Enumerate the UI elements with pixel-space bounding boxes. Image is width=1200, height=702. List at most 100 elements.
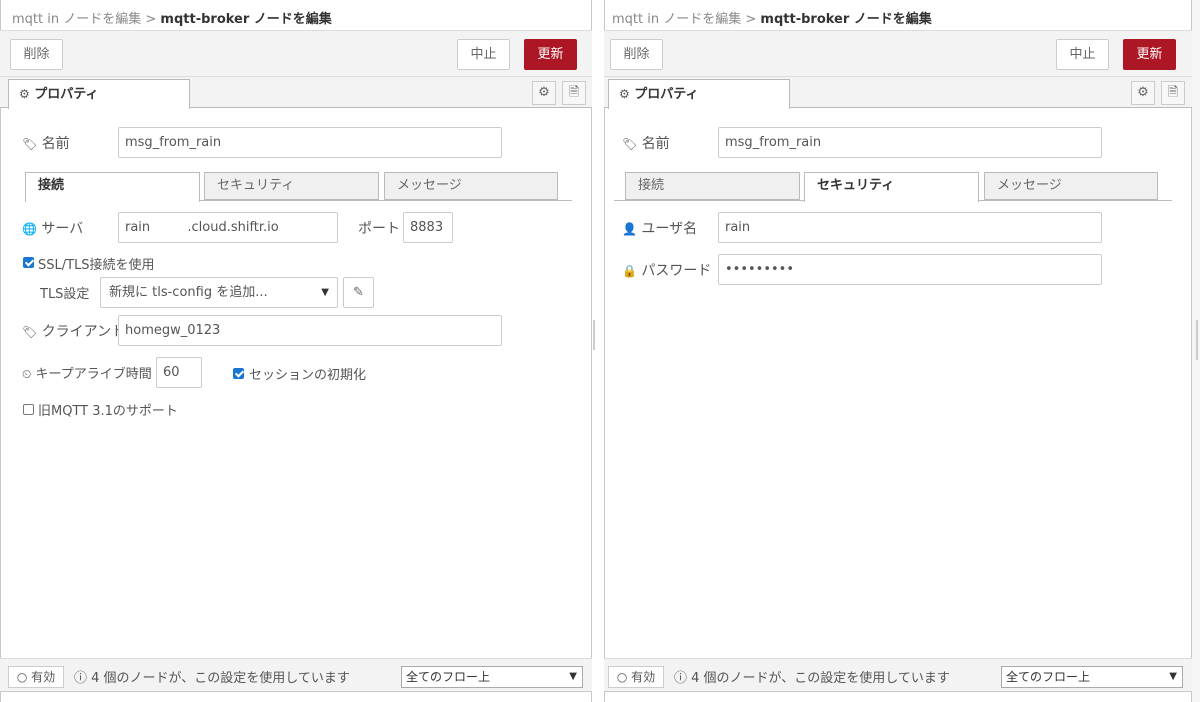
tag-icon: 🏷 bbox=[22, 325, 38, 339]
editor-footer: ○ 有効 ⓘ 4 個のノードが、この設定を使用しています 全てのフロー上 ▼ bbox=[604, 658, 1192, 692]
usage-note-text: 4 個のノードが、この設定を使用しています bbox=[91, 671, 350, 686]
info-icon: ⓘ bbox=[674, 671, 688, 686]
delete-button[interactable]: 削除 bbox=[10, 39, 63, 70]
enable-toggle-label: 有効 bbox=[631, 670, 656, 684]
gear-icon: ⚙ bbox=[1137, 85, 1149, 100]
breadcrumb-separator: > bbox=[745, 12, 757, 27]
breadcrumb-parent[interactable]: mqtt in ノードを編集 bbox=[12, 12, 141, 27]
keepalive-label: ⏲ キープアライブ時間 bbox=[22, 363, 152, 382]
clock-icon: ⏲ bbox=[22, 367, 32, 381]
name-label: 🏷 名前 bbox=[622, 133, 670, 153]
breadcrumb-current: mqtt-broker ノードを編集 bbox=[160, 12, 332, 27]
document-icon: 🗎 bbox=[568, 85, 580, 100]
clean-session-checkbox[interactable] bbox=[233, 368, 244, 379]
tab-properties[interactable]: ⚙ プロパティ bbox=[608, 79, 790, 109]
user-icon: 👤 bbox=[622, 222, 637, 236]
tag-icon: 🏷 bbox=[22, 137, 38, 151]
breadcrumb-parent[interactable]: mqtt in ノードを編集 bbox=[612, 12, 741, 27]
client-id-input[interactable]: homegw_0123 bbox=[118, 315, 502, 346]
client-label: 🏷 クライアント bbox=[22, 321, 125, 341]
node-description-button[interactable]: 🗎 bbox=[1161, 81, 1185, 105]
scope-select[interactable]: 全てのフロー上 ▼ bbox=[1001, 666, 1183, 688]
legacy-mqtt-checkbox[interactable] bbox=[23, 404, 34, 415]
enable-toggle-label: 有効 bbox=[31, 670, 56, 684]
subtab-underline bbox=[614, 200, 804, 201]
gear-icon: ⚙ bbox=[19, 87, 30, 101]
enable-toggle[interactable]: ○ 有効 bbox=[8, 666, 64, 688]
left-editor-panel: mqtt in ノードを編集 > mqtt-broker ノードを編集 削除 中… bbox=[0, 0, 592, 702]
circle-icon: ○ bbox=[16, 670, 28, 684]
ssl-checkbox[interactable] bbox=[23, 257, 34, 268]
username-label: 👤 ユーザ名 bbox=[622, 218, 697, 238]
username-label-text: ユーザ名 bbox=[641, 221, 698, 237]
legacy-mqtt-label: 旧MQTT 3.1のサポート bbox=[38, 404, 178, 419]
node-description-button[interactable]: 🗎 bbox=[562, 81, 586, 105]
chevron-down-icon: ▼ bbox=[321, 287, 329, 298]
password-input[interactable]: ••••••••• bbox=[718, 254, 1102, 285]
cancel-button[interactable]: 中止 bbox=[457, 39, 510, 70]
enable-toggle[interactable]: ○ 有効 bbox=[608, 666, 664, 688]
server-label: 🌐 サーバ bbox=[22, 218, 83, 238]
gear-icon: ⚙ bbox=[538, 85, 550, 100]
chevron-down-icon: ▼ bbox=[1169, 671, 1177, 682]
delete-button[interactable]: 削除 bbox=[610, 39, 663, 70]
name-label: 🏷 名前 bbox=[22, 133, 70, 153]
update-button[interactable]: 更新 bbox=[524, 39, 577, 70]
username-input[interactable]: rain bbox=[718, 212, 1102, 243]
tab-properties-label: プロパティ bbox=[34, 87, 99, 102]
cancel-button[interactable]: 中止 bbox=[1056, 39, 1109, 70]
tag-icon: 🏷 bbox=[622, 137, 638, 151]
right-editor-panel: mqtt in ノードを編集 > mqtt-broker ノードを編集 削除 中… bbox=[604, 0, 1192, 702]
tls-label: TLS設定 bbox=[40, 287, 90, 302]
info-icon: ⓘ bbox=[74, 671, 88, 686]
tab-messages[interactable]: メッセージ bbox=[984, 172, 1158, 200]
keepalive-input[interactable]: 60 bbox=[156, 357, 202, 388]
pencil-icon: ✎ bbox=[353, 285, 364, 300]
ssl-label: SSL/TLS接続を使用 bbox=[38, 258, 155, 273]
server-input[interactable]: rain .cloud.shiftr.io bbox=[118, 212, 338, 243]
port-input[interactable]: 8883 bbox=[403, 212, 453, 243]
name-input[interactable]: msg_from_rain bbox=[718, 127, 1102, 158]
tab-connection[interactable]: 接続 bbox=[25, 172, 200, 202]
tab-properties-label: プロパティ bbox=[634, 87, 699, 102]
workspace-edge bbox=[1192, 0, 1200, 702]
name-label-text: 名前 bbox=[641, 136, 670, 152]
tab-messages[interactable]: メッセージ bbox=[384, 172, 558, 200]
password-label: 🔒 パスワード bbox=[622, 260, 711, 280]
update-button[interactable]: 更新 bbox=[1123, 39, 1176, 70]
editor-toolbar: 削除 中止 更新 bbox=[604, 30, 1192, 77]
scope-select-value: 全てのフロー上 bbox=[406, 670, 491, 684]
usage-note: ⓘ 4 個のノードが、この設定を使用しています bbox=[674, 667, 950, 686]
tls-config-value: 新規に tls-config を追加... bbox=[109, 285, 268, 300]
scope-select[interactable]: 全てのフロー上 ▼ bbox=[401, 666, 583, 688]
circle-icon: ○ bbox=[616, 670, 628, 684]
breadcrumb-current: mqtt-broker ノードを編集 bbox=[760, 12, 932, 27]
usage-note: ⓘ 4 個のノードが、この設定を使用しています bbox=[74, 667, 350, 686]
password-label-text: パスワード bbox=[641, 263, 712, 279]
node-settings-button[interactable]: ⚙ bbox=[1131, 81, 1155, 105]
tab-connection[interactable]: 接続 bbox=[625, 172, 800, 200]
gear-icon: ⚙ bbox=[619, 87, 630, 101]
tab-security[interactable]: セキュリティ bbox=[804, 172, 979, 202]
client-label-text: クライアント bbox=[41, 324, 126, 340]
chevron-down-icon: ▼ bbox=[569, 671, 577, 682]
node-settings-button[interactable]: ⚙ bbox=[532, 81, 556, 105]
subtab-underline bbox=[200, 200, 572, 201]
tls-config-select[interactable]: 新規に tls-config を追加... ▼ bbox=[100, 277, 338, 308]
properties-tabstrip: ⚙ プロパティ ⚙ 🗎 bbox=[0, 77, 592, 109]
breadcrumb: mqtt in ノードを編集 > mqtt-broker ノードを編集 bbox=[12, 8, 332, 27]
edit-tls-button[interactable]: ✎ bbox=[343, 277, 374, 308]
clean-session-label: セッションの初期化 bbox=[249, 368, 367, 383]
usage-note-text: 4 個のノードが、この設定を使用しています bbox=[691, 671, 950, 686]
document-icon: 🗎 bbox=[1167, 85, 1179, 100]
scrollbar-grip[interactable] bbox=[1196, 320, 1198, 360]
name-input[interactable]: msg_from_rain bbox=[118, 127, 502, 158]
port-label: ポート bbox=[358, 221, 400, 237]
lock-icon: 🔒 bbox=[622, 264, 637, 278]
tab-security[interactable]: セキュリティ bbox=[204, 172, 379, 200]
divider-grip[interactable] bbox=[593, 320, 595, 350]
globe-icon: 🌐 bbox=[22, 222, 37, 236]
tab-properties[interactable]: ⚙ プロパティ bbox=[8, 79, 190, 109]
keepalive-label-text: キープアライブ時間 bbox=[35, 367, 152, 382]
editor-footer: ○ 有効 ⓘ 4 個のノードが、この設定を使用しています 全てのフロー上 ▼ bbox=[0, 658, 592, 692]
